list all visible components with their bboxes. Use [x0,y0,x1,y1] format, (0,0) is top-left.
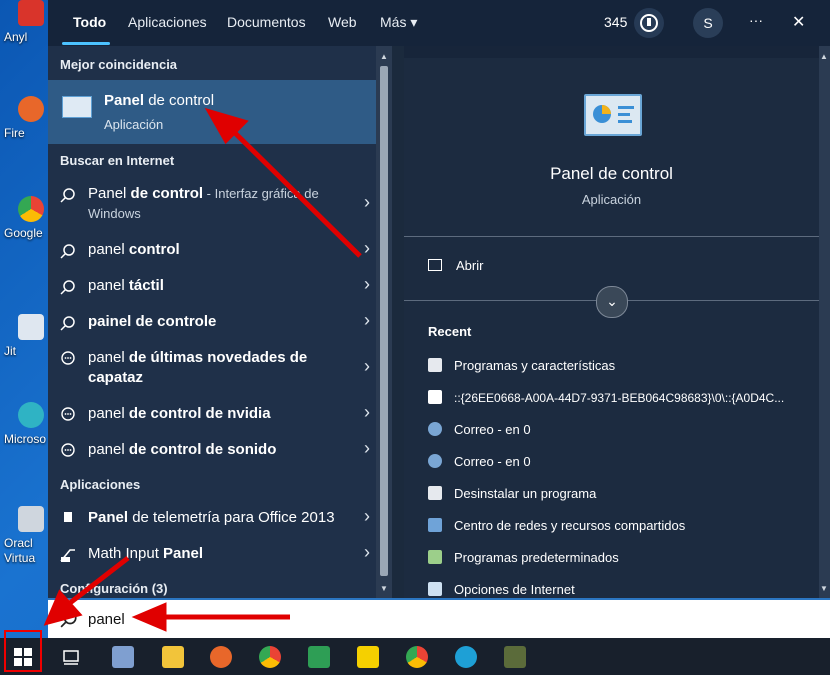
annotation-arrows [43,107,362,632]
